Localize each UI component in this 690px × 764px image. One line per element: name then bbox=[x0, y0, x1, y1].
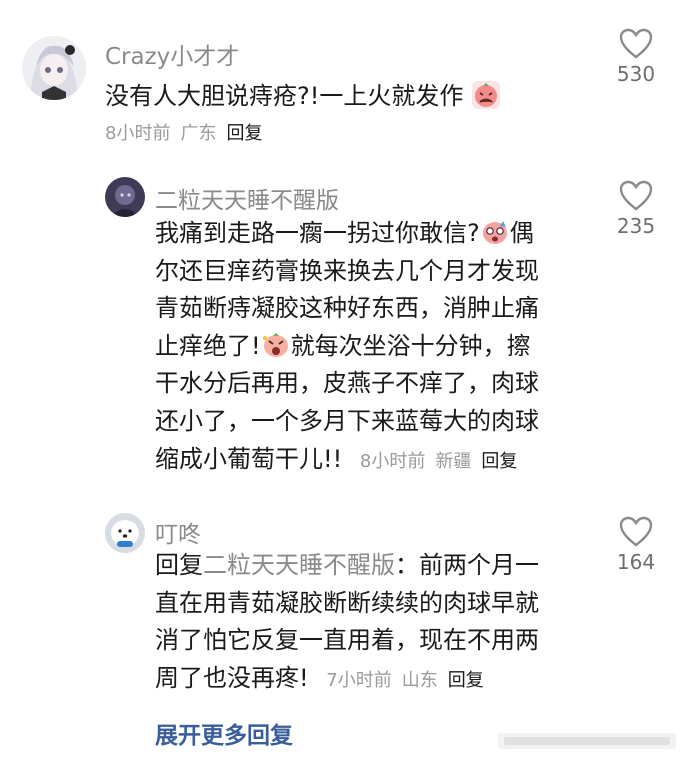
comment-line: 青茹断痔凝胶这种好东西，消肿止痛 bbox=[155, 294, 539, 323]
crying-face-emoji-icon bbox=[472, 81, 500, 109]
avatar[interactable] bbox=[22, 36, 86, 100]
comment-text-content: 没有人大胆说痔疮?!一上火就发作 bbox=[105, 82, 464, 110]
comment-item: 二粒天天睡不醒版 我痛到走路一瘸一拐过你敢信? 偶 尔还巨痒药膏换来换去几个月才… bbox=[0, 160, 690, 500]
reply-button[interactable]: 回复 bbox=[481, 451, 517, 472]
heart-icon bbox=[619, 180, 653, 211]
heart-icon bbox=[619, 516, 653, 547]
like-button[interactable]: 530 bbox=[606, 28, 666, 86]
anime-girl-avatar-icon bbox=[22, 36, 86, 100]
location: 广东 bbox=[180, 123, 217, 144]
screaming-face-emoji-icon bbox=[262, 332, 288, 357]
like-count: 530 bbox=[616, 62, 656, 86]
like-button[interactable]: 164 bbox=[606, 516, 666, 574]
comment-line: 直在用青茹凝胶断断续续的肉球早就 bbox=[155, 588, 539, 617]
watermark-icon bbox=[498, 733, 676, 749]
comment-meta: 8小时前 新疆 回复 bbox=[360, 451, 527, 472]
comment-line: 回复二粒天天睡不醒版：前两个月一 bbox=[155, 547, 595, 585]
comment-line: 尔还巨痒药膏换来换去几个月才发现 bbox=[155, 256, 539, 285]
comment-item: 叮咚 回复二粒天天睡不醒版：前两个月一 直在用青茹凝胶断断续续的肉球早就 消了怕… bbox=[0, 500, 690, 700]
reply-to-username[interactable]: 二粒天天睡不醒版 bbox=[203, 551, 395, 579]
location: 山东 bbox=[401, 669, 438, 691]
expand-more-replies-link[interactable]: 展开更多回复 bbox=[155, 716, 293, 750]
timestamp: 8小时前 bbox=[105, 123, 171, 144]
username[interactable]: 二粒天天睡不醒版 bbox=[155, 181, 339, 215]
dark-anime-avatar-icon bbox=[105, 177, 145, 217]
comment-text-content: 止痒绝了! bbox=[155, 331, 261, 360]
reply-button[interactable]: 回复 bbox=[226, 123, 262, 144]
reply-button[interactable]: 回复 bbox=[448, 670, 484, 691]
like-count: 164 bbox=[616, 550, 656, 574]
shocked-face-emoji-icon bbox=[482, 221, 507, 244]
comment-line: 缩成小葡萄干儿!! 8小时前 新疆 回复 bbox=[155, 441, 595, 481]
reply-prefix: 回复 bbox=[155, 551, 203, 579]
comment-item: Crazy小才才 没有人大胆说痔疮?!一上火就发作 8小时前 广东 回复 530 bbox=[0, 0, 690, 160]
comment-text-content: 就每次坐浴十分钟，擦 bbox=[290, 331, 531, 360]
username[interactable]: Crazy小才才 bbox=[105, 37, 239, 71]
white-dog-avatar-icon bbox=[105, 513, 145, 553]
username[interactable]: 叮咚 bbox=[155, 515, 201, 549]
comment-line: 消了怕它反复一直用着，现在不用两 bbox=[155, 626, 539, 655]
comment-text-content: 偶 bbox=[509, 219, 534, 247]
like-button[interactable]: 235 bbox=[606, 180, 666, 238]
heart-icon bbox=[619, 28, 653, 59]
comment-meta: 8小时前 广东 回复 bbox=[105, 119, 272, 145]
comment-text-content: 我痛到走路一瘸一拐过你敢信? bbox=[155, 219, 480, 247]
comment-text-content: 缩成小葡萄干儿!! bbox=[155, 444, 343, 473]
comment-text: 我痛到走路一瘸一拐过你敢信? 偶 尔还巨痒药膏换来换去几个月才发现 青茹断痔凝胶… bbox=[155, 215, 595, 480]
comment-line: 还小了，一个多月下来蓝莓大的肉球 bbox=[155, 406, 539, 435]
avatar[interactable] bbox=[105, 513, 145, 553]
timestamp: 8小时前 bbox=[359, 450, 426, 472]
comment-line: 我痛到走路一瘸一拐过你敢信? 偶 bbox=[155, 215, 595, 253]
comment-line: 周了也没再疼! 7小时前 山东 回复 bbox=[155, 660, 595, 700]
avatar[interactable] bbox=[105, 177, 145, 217]
like-count: 235 bbox=[616, 214, 656, 238]
comment-meta: 7小时前 山东 回复 bbox=[326, 670, 493, 691]
comment-text-content: ：前两个月一 bbox=[395, 551, 539, 579]
comment-line: 止痒绝了! 就每次坐浴十分钟，擦 bbox=[155, 328, 595, 366]
timestamp: 7小时前 bbox=[326, 669, 392, 691]
location: 新疆 bbox=[435, 450, 472, 472]
comment-line: 干水分后再用，皮燕子不痒了，肉球 bbox=[155, 369, 539, 398]
comment-text: 回复二粒天天睡不醒版：前两个月一 直在用青茹凝胶断断续续的肉球早就 消了怕它反复… bbox=[155, 547, 595, 699]
comment-text: 没有人大胆说痔疮?!一上火就发作 bbox=[105, 78, 575, 116]
comment-text-content: 周了也没再疼! bbox=[155, 663, 309, 692]
